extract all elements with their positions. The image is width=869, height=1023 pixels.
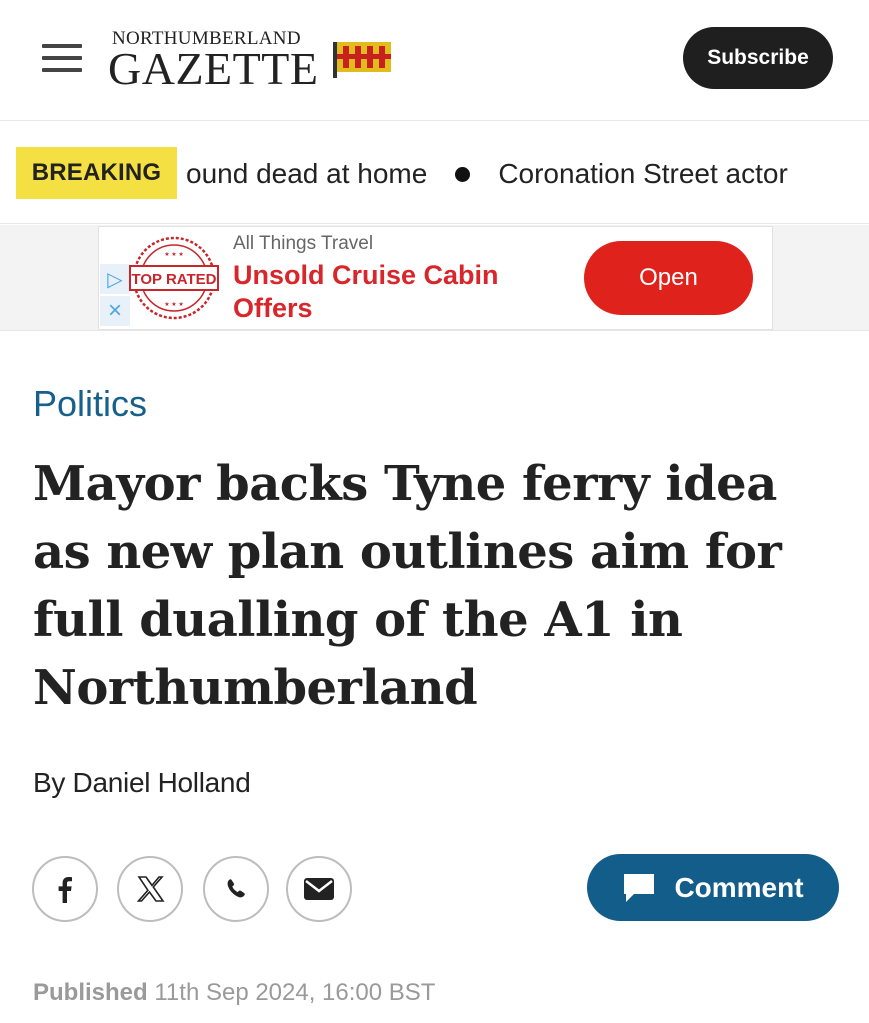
stamp-text: TOP RATED (131, 271, 216, 288)
x-icon (136, 876, 165, 902)
close-icon[interactable]: × (100, 296, 130, 326)
menu-icon[interactable] (40, 40, 84, 76)
ad-open-button[interactable]: Open (584, 241, 753, 315)
ad-choices: ▷ × (100, 264, 130, 326)
bullet-icon (455, 166, 471, 182)
northumberland-flag-icon (333, 42, 391, 78)
published-date: 11th Sep 2024, 16:00 BST (154, 979, 436, 1006)
top-rated-stamp-icon: TOP RATED ★ ★ ★ ★ ★ ★ (129, 236, 219, 320)
breaking-news-ticker: BREAKING ound dead at home Coronation St… (0, 122, 869, 224)
ticker-item[interactable]: ound dead at home (186, 158, 427, 190)
svg-text:★ ★ ★: ★ ★ ★ (164, 301, 183, 308)
published-label: Published (33, 979, 148, 1006)
comment-label: Comment (674, 871, 804, 903)
facebook-icon (58, 877, 72, 903)
published-info: Published 11th Sep 2024, 16:00 BST (33, 979, 435, 1007)
site-header: NORTHUMBERLAND GAZETTE Subscribe (0, 0, 869, 121)
adchoices-icon[interactable]: ▷ (100, 264, 130, 294)
share-email-button[interactable] (286, 856, 352, 922)
article-byline[interactable]: By Daniel Holland (33, 767, 251, 799)
whatsapp-icon (227, 879, 245, 898)
ad-source[interactable]: All Things Travel (233, 233, 373, 255)
email-icon (304, 878, 334, 900)
comment-icon (624, 873, 655, 902)
logo-main-text: GAZETTE (108, 43, 319, 94)
article-category[interactable]: Politics (33, 383, 147, 425)
comment-button[interactable]: Comment (587, 854, 839, 921)
ticker-track: ound dead at home Coronation Street acto… (186, 154, 788, 194)
svg-text:★ ★ ★: ★ ★ ★ (164, 251, 183, 258)
share-whatsapp-button[interactable] (203, 856, 269, 922)
share-x-button[interactable] (117, 856, 183, 922)
share-facebook-button[interactable] (32, 856, 98, 922)
site-logo[interactable]: NORTHUMBERLAND GAZETTE (108, 28, 398, 94)
ad-title[interactable]: Unsold Cruise Cabin Offers (233, 259, 553, 325)
subscribe-button[interactable]: Subscribe (683, 27, 833, 89)
ticker-item[interactable]: Coronation Street actor (498, 158, 788, 190)
article-headline: Mayor backs Tyne ferry idea as new plan … (33, 456, 782, 716)
breaking-badge: BREAKING (16, 147, 177, 199)
